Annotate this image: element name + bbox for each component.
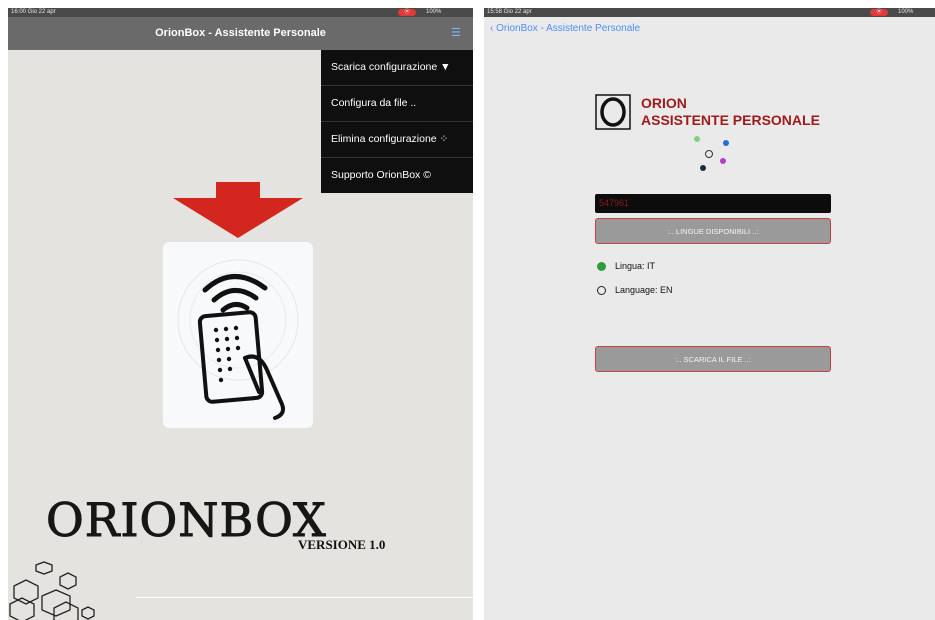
back-label: OrionBox - Assistente Personale	[496, 23, 641, 34]
loading-dots-icon	[694, 136, 729, 171]
status-time: 15:58 Gio 22 apr	[487, 9, 532, 15]
divider	[136, 597, 473, 598]
recording-indicator: ⦿	[870, 9, 888, 16]
download-file-button[interactable]: :.. SCARICA IL FILE ..:	[595, 346, 831, 372]
menu-toggle-icon[interactable]: ☰	[451, 27, 463, 39]
checkmark-icon	[597, 261, 606, 271]
download-config-screen: 15:58 Gio 22 apr ⦿ 100% ‹ OrionBox - Ass…	[484, 8, 935, 620]
battery-label: 100%	[898, 9, 914, 15]
language-label: Language: EN	[615, 285, 673, 295]
status-bar: 15:58 Gio 22 apr ⦿ 100%	[484, 8, 935, 17]
menu-item-support[interactable]: Supporto OrionBox ©	[321, 158, 473, 193]
battery-label: 100%	[426, 9, 442, 15]
radio-empty-icon	[597, 285, 606, 295]
code-input[interactable]: 547961	[595, 194, 831, 213]
orionbox-logo: ORIONBOX	[46, 493, 327, 548]
brand-title: ORION	[641, 95, 687, 111]
language-option-en[interactable]: Language: EN	[597, 285, 673, 295]
orion-logo-icon	[595, 94, 631, 130]
navigation-bar: OrionBox - Assistente Personale ☰	[8, 17, 473, 50]
languages-button[interactable]: :.. LINGUE DISPONIBILI ..:	[595, 218, 831, 244]
menu-item-delete-config[interactable]: Elimina configurazione ⁘	[321, 122, 473, 158]
page-title: OrionBox - Assistente Personale	[155, 27, 326, 39]
status-time: 16:00 Gio 22 apr	[11, 9, 56, 15]
back-button[interactable]: ‹ OrionBox - Assistente Personale	[490, 17, 640, 41]
hexagon-decoration-icon	[9, 561, 95, 620]
remote-control-icon	[177, 259, 299, 420]
brand-subtitle: ASSISTENTE PERSONALE	[641, 112, 820, 128]
down-arrow-icon	[173, 182, 303, 238]
navigation-bar: ‹ OrionBox - Assistente Personale	[484, 17, 935, 50]
version-label: VERSIONE 1.0	[298, 537, 386, 552]
recording-indicator: ⦿	[398, 9, 416, 16]
menu-item-config-from-file[interactable]: Configura da file ..	[321, 86, 473, 122]
status-bar: 16:00 Gio 22 apr ⦿ 100%	[8, 8, 473, 17]
remote-control-button[interactable]	[163, 242, 313, 428]
dropdown-menu: Scarica configurazione ▼ Configura da fi…	[321, 50, 473, 193]
menu-item-download-config[interactable]: Scarica configurazione ▼	[321, 50, 473, 86]
orionbox-main-screen: 16:00 Gio 22 apr ⦿ 100% OrionBox - Assis…	[8, 8, 473, 620]
language-option-it[interactable]: Lingua: IT	[597, 261, 655, 271]
language-label: Lingua: IT	[615, 261, 656, 271]
